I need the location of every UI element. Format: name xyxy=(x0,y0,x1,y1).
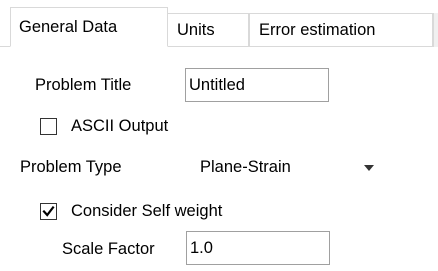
tab-strip-edge xyxy=(433,13,438,47)
problem-type-label: Problem Type xyxy=(20,158,122,176)
tab-units[interactable]: Units xyxy=(168,13,249,46)
checkmark-icon xyxy=(42,205,55,217)
tab-error-estimation-label: Error estimation xyxy=(259,21,376,39)
ascii-output-label: ASCII Output xyxy=(71,117,169,135)
scale-factor-label: Scale Factor xyxy=(62,240,155,258)
problem-title-label: Problem Title xyxy=(35,76,132,94)
general-data-dialog: General Data Units Error estimation Prob… xyxy=(0,0,438,271)
problem-type-select[interactable]: Plane-Strain xyxy=(196,149,396,185)
tab-general-data-label: General Data xyxy=(19,18,118,36)
ascii-output-checkbox[interactable] xyxy=(40,118,57,135)
chevron-down-icon xyxy=(364,165,374,171)
tab-units-label: Units xyxy=(177,21,215,39)
problem-type-value: Plane-Strain xyxy=(200,158,291,176)
problem-title-input[interactable] xyxy=(185,68,329,102)
tab-general-data[interactable]: General Data xyxy=(10,7,168,47)
self-weight-label: Consider Self weight xyxy=(71,202,223,220)
self-weight-checkbox[interactable] xyxy=(40,203,57,220)
scale-factor-input[interactable] xyxy=(186,231,330,265)
tab-error-estimation[interactable]: Error estimation xyxy=(249,13,433,46)
tab-strip: General Data Units Error estimation xyxy=(0,0,438,47)
